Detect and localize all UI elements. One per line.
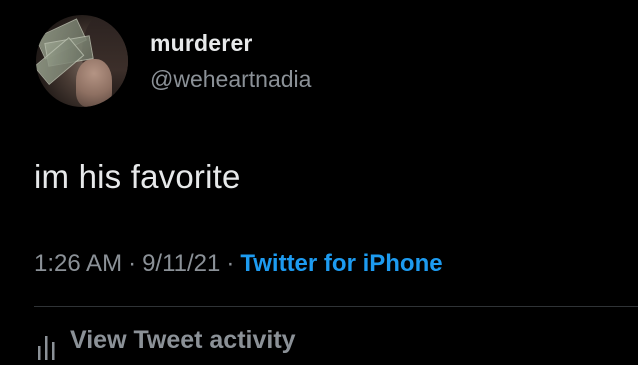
meta-separator: ·: [226, 250, 235, 277]
tweet-text: im his favorite: [34, 158, 241, 195]
profile-avatar[interactable]: [36, 15, 128, 107]
tweet-date[interactable]: 9/11/21: [142, 250, 220, 277]
meta-separator: ·: [128, 250, 137, 277]
tweet-meta: 1:26 AM · 9/11/21 · Twitter for iPhone: [34, 250, 443, 278]
tweet-detail: murderer @weheartnadia im his favorite 1…: [0, 0, 638, 360]
bar-chart-icon: [34, 330, 64, 360]
avatar-figure-shape: [76, 59, 112, 107]
view-tweet-activity-label: View Tweet activity: [70, 326, 296, 354]
divider: [34, 306, 638, 307]
tweet-time[interactable]: 1:26 AM: [34, 250, 122, 277]
view-tweet-activity-button[interactable]: View Tweet activity: [34, 326, 296, 360]
display-name[interactable]: murderer: [150, 30, 253, 57]
tweet-source-link[interactable]: Twitter for iPhone: [240, 250, 442, 277]
user-handle[interactable]: @weheartnadia: [150, 66, 311, 93]
